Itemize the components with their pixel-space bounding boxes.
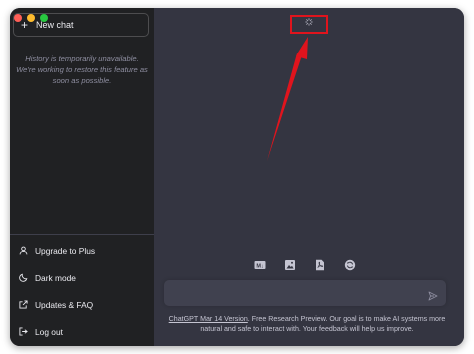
- sidebar-item-upgrade[interactable]: Upgrade to Plus: [10, 237, 154, 264]
- markdown-icon[interactable]: M↓: [254, 259, 266, 271]
- external-link-icon: [19, 300, 28, 309]
- sidebar-item-label: Updates & FAQ: [35, 299, 94, 310]
- minimize-window-button[interactable]: [27, 14, 35, 22]
- footer-disclaimer: ChatGPT Mar 14 Version. Free Research Pr…: [162, 314, 452, 334]
- sidebar: + New chat History is temporarily unavai…: [10, 8, 154, 346]
- sidebar-item-log-out[interactable]: Log out: [10, 318, 154, 345]
- message-input[interactable]: [172, 285, 426, 303]
- sidebar-menu: Upgrade to Plus Dark mode Updates & FAQ …: [10, 234, 154, 345]
- close-window-button[interactable]: [14, 14, 22, 22]
- sidebar-item-dark-mode[interactable]: Dark mode: [10, 264, 154, 291]
- image-icon[interactable]: [284, 259, 296, 271]
- annotation-highlight-box: [290, 15, 328, 34]
- zoom-window-button[interactable]: [40, 14, 48, 22]
- chat-panel: M↓ ChatGPT Mar 14 Version. Free Research…: [154, 8, 464, 346]
- sidebar-item-label: Log out: [35, 326, 63, 337]
- logout-icon: [19, 327, 28, 336]
- window-controls: [14, 14, 48, 22]
- sidebar-item-label: Dark mode: [35, 272, 76, 283]
- version-link[interactable]: ChatGPT Mar 14 Version: [169, 315, 248, 323]
- user-icon: [19, 246, 28, 255]
- moon-icon: [19, 273, 28, 282]
- sidebar-item-label: Upgrade to Plus: [35, 245, 96, 256]
- refresh-icon[interactable]: [344, 259, 356, 271]
- export-toolbar: M↓: [254, 259, 356, 271]
- message-input-box: [164, 280, 446, 306]
- pdf-icon[interactable]: [314, 259, 326, 271]
- send-icon[interactable]: [428, 288, 438, 301]
- sidebar-item-updates-faq[interactable]: Updates & FAQ: [10, 291, 154, 318]
- history-unavailable-note: History is temporarily unavailable. We'r…: [16, 54, 148, 85]
- app-window: + New chat History is temporarily unavai…: [10, 8, 464, 346]
- svg-text:M↓: M↓: [256, 263, 264, 269]
